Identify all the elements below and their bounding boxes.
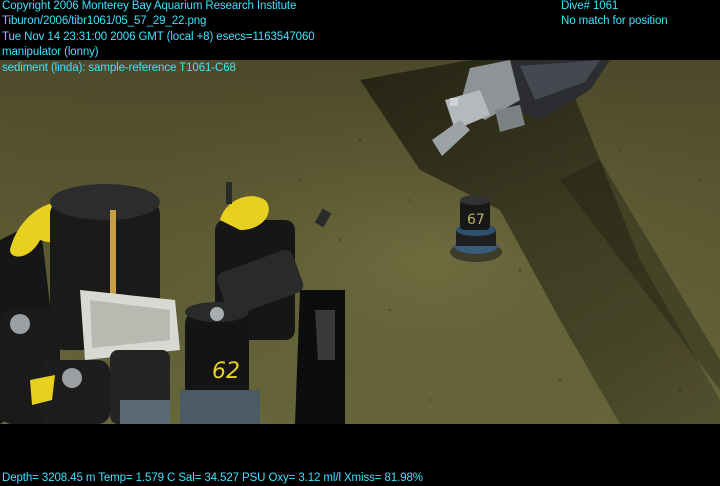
core-label-67: 67 — [467, 212, 485, 228]
overlay-top-right: Dive# 1061 No match for position — [561, 0, 668, 30]
core-label-62: 62 — [212, 359, 240, 384]
dive-number: Dive# 1061 — [561, 0, 619, 12]
overlay-top-left: Copyright 2006 Monterey Bay Aquarium Res… — [2, 0, 315, 76]
seafloor-image: 67 62 — [0, 60, 720, 424]
activity-line: manipulator (lonny) — [2, 46, 99, 59]
copyright-line: Copyright 2006 Monterey Bay Aquarium Res… — [2, 0, 297, 12]
position-status: No match for position — [561, 15, 668, 28]
timestamp-line: Tue Nov 14 23:31:00 2006 GMT (local +8) … — [2, 30, 315, 43]
sensor-readout: Depth= 3208.45 m Temp= 1.579 C Sal= 34.5… — [2, 472, 423, 484]
video-frame: 67 62 Copyright 2006 Monterey Bay Aquari… — [0, 0, 720, 486]
seafloor-scene: 67 62 — [0, 60, 720, 424]
image-path-line: Tiburon/2006/tibr1061/05_57_29_22.png — [2, 15, 207, 28]
sample-line: sediment (linda): sample-reference T1061… — [2, 61, 236, 74]
